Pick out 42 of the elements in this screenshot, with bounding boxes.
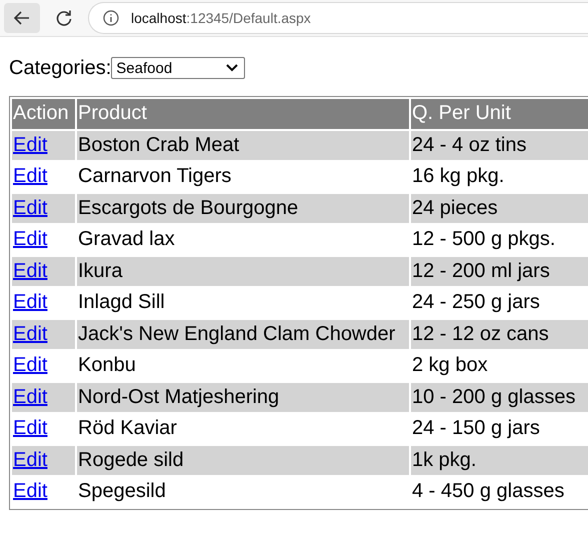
back-arrow-icon [13, 10, 31, 26]
url-text: localhost:12345/Default.aspx [131, 10, 311, 26]
table-cell: Ikura [77, 256, 409, 286]
table-cell-text: Konbu [77, 353, 137, 378]
table-cell-text: Carnarvon Tigers [77, 164, 232, 190]
table-cell: 12 - 200 ml jars [411, 256, 588, 286]
table-cell-text: 16 kg pkg. [411, 164, 506, 190]
edit-link[interactable]: Edit [13, 165, 48, 188]
table-cell: 24 pieces [411, 194, 588, 223]
edit-link[interactable]: Edit [13, 417, 48, 440]
column-header: Product [77, 99, 409, 128]
chevron-down-icon [226, 64, 238, 72]
categories-label: Categories: [9, 56, 112, 80]
column-header: Action [12, 99, 75, 128]
edit-link[interactable]: Edit [13, 228, 48, 250]
table-cell: 1k pkg. [411, 446, 588, 475]
address-bar[interactable]: localhost:12345/Default.aspx [88, 2, 588, 34]
table-cell-text: 24 - 150 g jars [411, 416, 541, 442]
table-cell-text: Spegesild [77, 479, 167, 504]
table-cell-text: Gravad lax [77, 227, 176, 252]
table-cell: 10 - 200 g glasses [411, 382, 588, 412]
info-icon [103, 10, 119, 26]
column-header: Q. Per Unit [411, 99, 588, 128]
table-cell: Jack's New England Clam Chowder [77, 320, 409, 349]
table-cell: 12 - 12 oz cans [411, 320, 588, 349]
table-cell: 24 - 4 oz tins [411, 130, 588, 160]
reload-icon [55, 9, 73, 27]
table-cell-text: 4 - 450 g glasses [411, 479, 566, 504]
table-cell: Boston Crab Meat [77, 130, 409, 160]
edit-link[interactable]: Edit [13, 291, 48, 314]
edit-link[interactable]: Edit [13, 354, 48, 376]
table-cell-text: Inlagd Sill [77, 290, 166, 316]
table-cell-text: 24 - 250 g jars [411, 290, 541, 316]
table-cell-text: 2 kg box [411, 353, 489, 378]
table-cell-text: 12 - 500 g pkgs. [411, 227, 556, 252]
table-cell: Escargots de Bourgogne [77, 194, 409, 223]
table-cell: Rogede sild [77, 446, 409, 475]
back-button[interactable] [4, 3, 40, 33]
category-dropdown[interactable]: Seafood [111, 57, 246, 79]
table-cell-text: Röd Kaviar [77, 416, 178, 442]
edit-link[interactable]: Edit [13, 480, 48, 502]
table-cell: Nord-Ost Matjeshering [77, 382, 409, 412]
